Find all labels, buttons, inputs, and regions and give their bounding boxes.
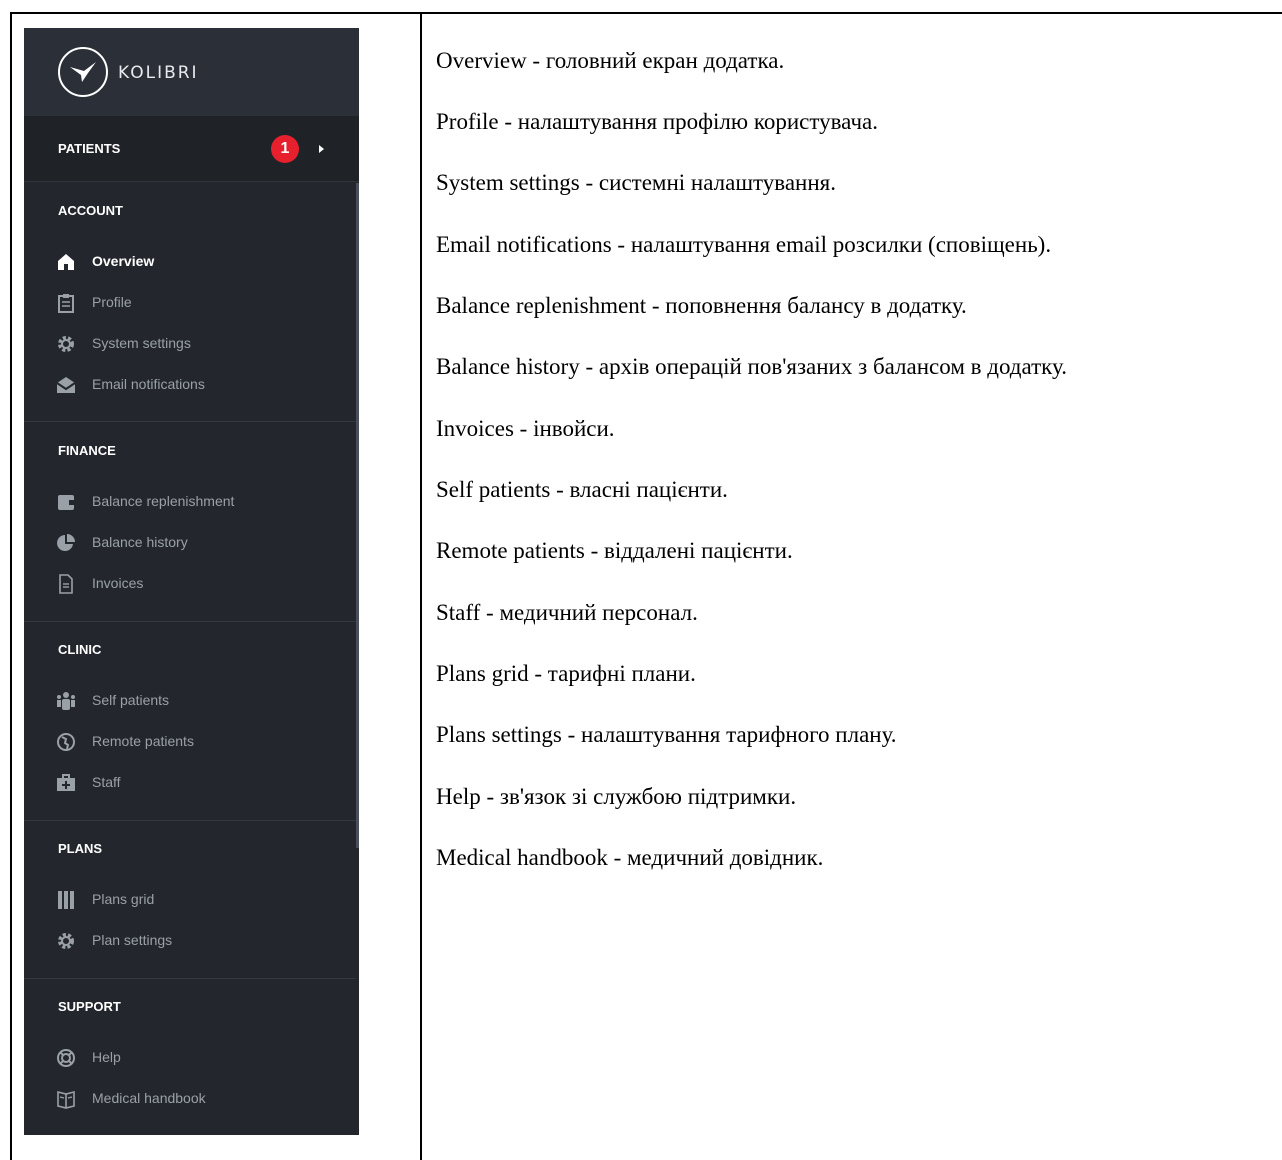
sidebar-scrollbar[interactable] [356,183,359,848]
description-line: Medical handbook - медичний довідник. [436,845,824,870]
sidebar-item-label: Self patients [92,692,170,708]
book-icon [56,1089,76,1109]
envelope-open-icon [56,375,76,395]
sidebar-item-label: Balance history [92,534,188,550]
clipboard-icon [56,293,76,313]
description-line: Email notifications - налаштування email… [436,232,1052,257]
logo-bar: KOLIBRI [24,28,359,116]
sidebar-item-overview[interactable]: Overview [24,244,356,278]
home-icon [56,252,76,272]
sidebar-item-email-notifications[interactable]: Email notifications [24,367,356,401]
sidebar-item-label: Remote patients [92,733,194,749]
patients-menu[interactable]: PATIENTS 1 [24,116,359,182]
description-line: System settings - системні налаштування. [436,170,836,195]
section-title-support: SUPPORT [58,999,121,1014]
sidebar-item-label: Plans grid [92,891,155,907]
description-line: Help - зв'язок зі службою підтримки. [436,784,797,809]
medical-bag-icon [56,773,76,793]
description-line: Plans grid - тарифні плани. [436,661,696,686]
section-title-account: ACCOUNT [58,203,123,218]
description-line: Profile - налаштування профілю користува… [436,109,878,134]
sidebar-item-balance-replenishment[interactable]: Balance replenishment [24,484,356,518]
notification-badge: 1 [271,135,299,163]
sidebar-item-plan-settings[interactable]: Plan settings [24,923,356,957]
sidebar-item-label: Invoices [92,575,144,591]
description-line: Invoices - інвойси. [436,416,615,441]
sidebar-item-label: Staff [92,774,121,790]
description-line: Staff - медичний персонал. [436,600,698,625]
section-divider [24,978,356,979]
gear-icon [56,931,76,951]
sidebar-item-system-settings[interactable]: System settings [24,326,356,360]
table-column-divider [420,12,422,1160]
patients-label: PATIENTS [58,141,121,156]
sidebar-item-label: Overview [92,253,155,269]
sidebar-item-label: System settings [92,335,191,351]
sidebar-item-help[interactable]: Help [24,1040,356,1074]
wallet-icon [56,492,76,512]
section-title-finance: FINANCE [58,443,116,458]
sidebar-item-medical-handbook[interactable]: Medical handbook [24,1081,356,1115]
description-line: Self patients - власні пацієнти. [436,477,728,502]
sidebar-item-label: Medical handbook [92,1090,206,1106]
sidebar-item-staff[interactable]: Staff [24,765,356,799]
lifebuoy-icon [56,1048,76,1068]
section-title-plans: PLANS [58,841,103,856]
sidebar-item-label: Balance replenishment [92,493,235,509]
sidebar-item-label: Profile [92,294,132,310]
caret-right-icon [319,145,324,153]
kolibri-logo-icon[interactable] [58,47,108,97]
pie-chart-icon [56,533,76,553]
description-line: Plans settings - налаштування тарифного … [436,722,897,747]
description-line: Balance history - архів операцій пов'яза… [436,354,1067,379]
sidebar-item-plans-grid[interactable]: Plans grid [24,882,356,916]
sidebar-item-remote-patients[interactable]: Remote patients [24,724,356,758]
sidebar-item-self-patients[interactable]: Self patients [24,683,356,717]
group-icon [56,691,76,711]
sidebar: KOLIBRI PATIENTS 1 ACCOUNT Overview Prof… [24,28,359,1135]
section-divider [24,820,356,821]
logo-text: KOLIBRI [118,63,199,83]
sidebar-item-label: Plan settings [92,932,173,948]
section-title-clinic: CLINIC [58,642,102,657]
sidebar-item-invoices[interactable]: Invoices [24,566,356,600]
description-line: Remote patients - віддалені пацієнти. [436,538,793,563]
sidebar-item-label: Email notifications [92,376,205,392]
sidebar-item-balance-history[interactable]: Balance history [24,525,356,559]
gear-icon [56,334,76,354]
section-divider [24,421,356,422]
description-line: Balance replenishment - поповнення балан… [436,293,967,318]
sidebar-item-profile[interactable]: Profile [24,285,356,319]
description-line: Overview - головний екран додатка. [436,48,785,73]
columns-icon [56,890,76,910]
sidebar-item-label: Help [92,1049,121,1065]
section-divider [24,621,356,622]
document-icon [56,574,76,594]
globe-icon [56,732,76,752]
